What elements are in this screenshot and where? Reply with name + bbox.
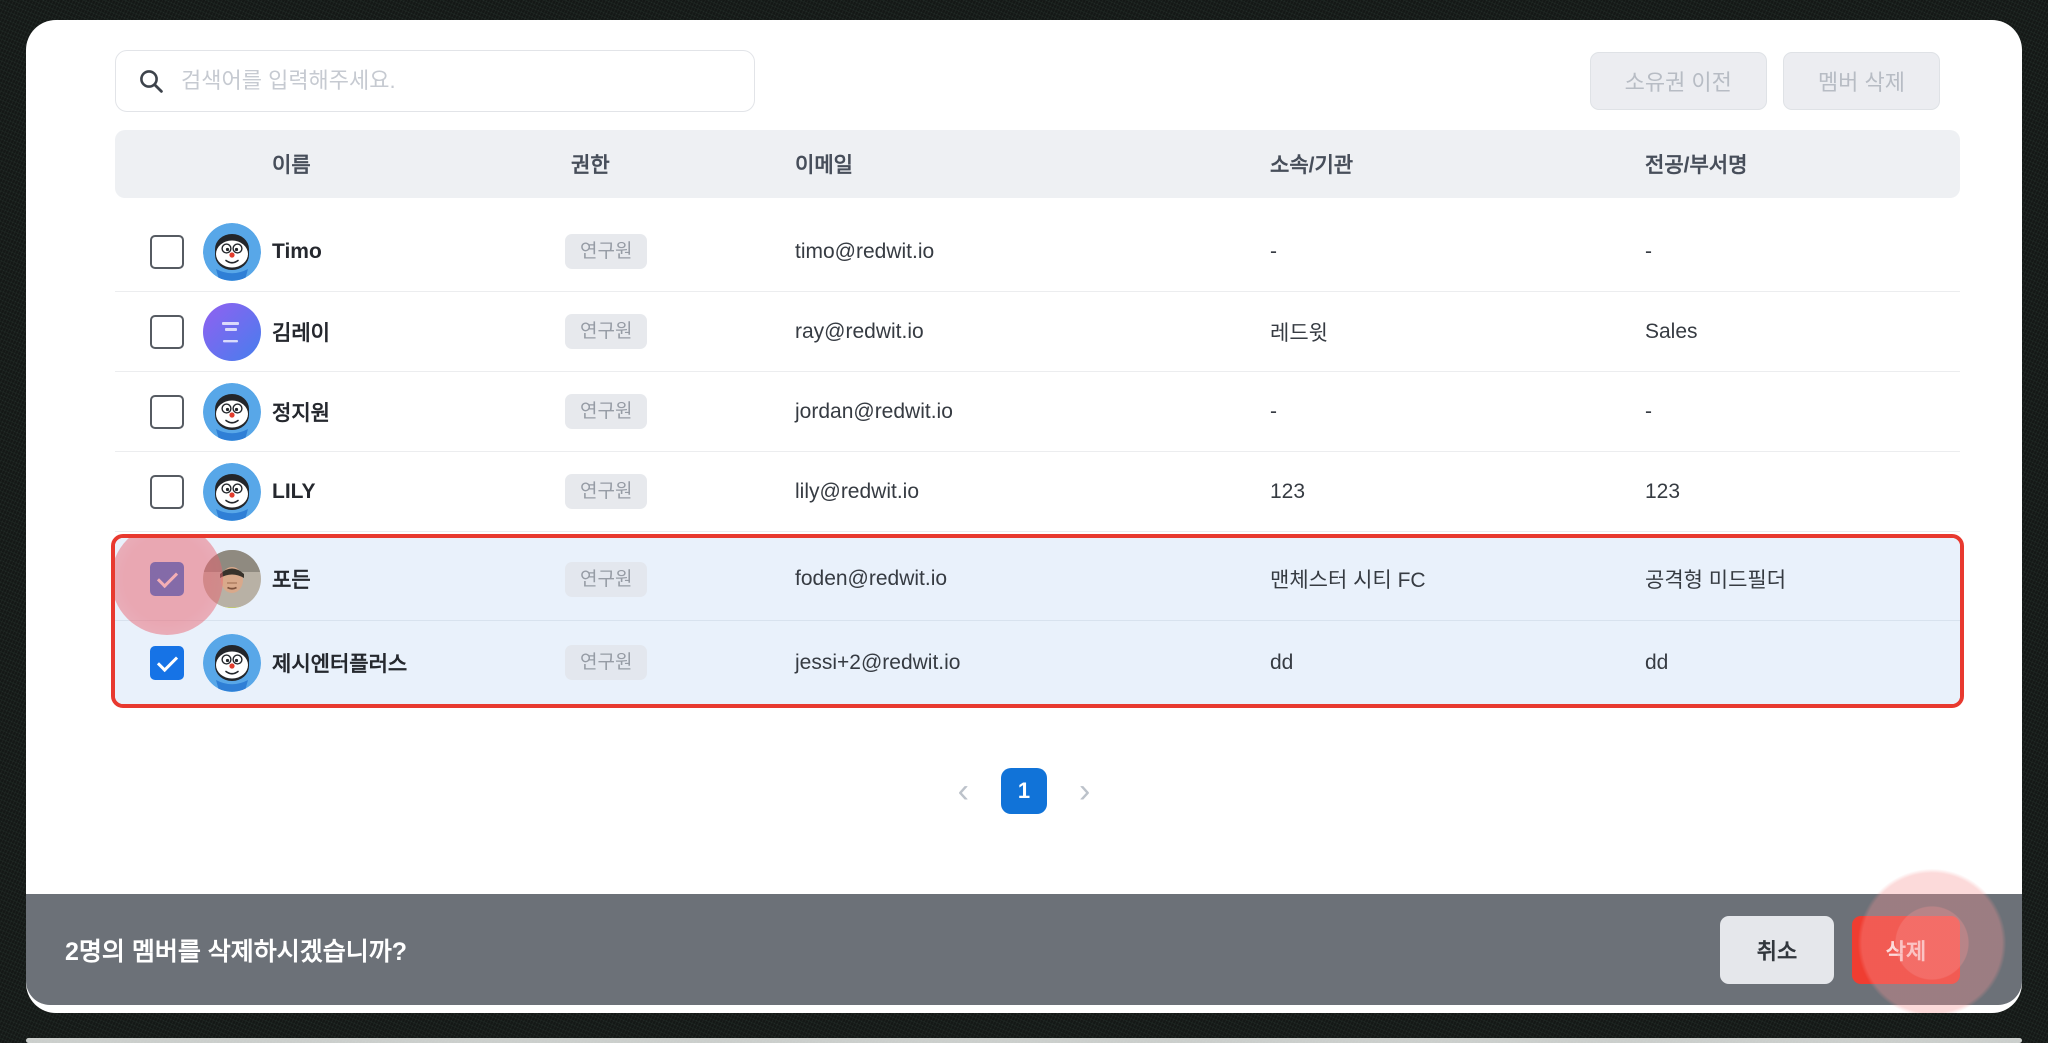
role-badge: 연구원 [565,561,648,597]
row-checkbox[interactable] [150,562,184,596]
member-email: jessi+2@redwit.io [795,650,961,674]
mascot-avatar-icon [203,633,261,692]
role-badge: 연구원 [565,234,648,269]
row-avatar-cell [203,302,272,361]
search-input[interactable] [181,68,732,94]
role-badge: 연구원 [565,474,648,509]
row-avatar-cell [203,462,272,521]
row-role-cell: 연구원 [565,314,795,349]
row-checkbox-cell [115,212,203,291]
row-avatar-cell [203,550,272,608]
delete-confirm-message: 2명의 멤버를 삭제하시겠습니까? [65,937,408,966]
role-badge: 연구원 [565,645,648,680]
logo-avatar-icon [222,321,239,342]
header-dept: 전공/부서명 [1645,154,1748,177]
member-dept: Sales [1645,319,1698,343]
avatar [203,462,261,521]
table-header-row: 이름 권한 이메일 소속/기관 전공/부서명 [115,130,1960,198]
member-dept: 123 [1645,479,1681,503]
row-checkbox-cell [115,538,223,635]
transfer-ownership-button[interactable]: 소유권 이전 [1589,52,1767,110]
row-avatar-cell [203,222,272,281]
row-checkbox-cell [115,621,203,704]
member-email: timo@redwit.io [795,239,935,263]
member-name: 제시엔터플러스 [272,652,408,676]
member-dept: - [1645,399,1652,423]
row-role-cell: 연구원 [565,234,795,269]
table-row: 제시엔터플러스 연구원 jessi+2@redwit.io dd dd [115,621,1960,704]
member-table: 이름 권한 이메일 소속/기관 전공/부서명 Timo 연구원 timo@red… [111,130,1964,708]
avatar [203,633,261,692]
table-row: 김레이 연구원 ray@redwit.io 레드윗 Sales [115,292,1960,372]
table-row: Timo 연구원 timo@redwit.io - - [115,212,1960,292]
member-management-window: 소유권 이전 멤버 삭제 이름 권한 이메일 소속/기관 전공/부서명 [26,20,2022,1013]
delete-member-button[interactable]: 멤버 삭제 [1782,52,1940,110]
member-name: 김레이 [272,321,330,345]
pagination-prev-icon[interactable]: ‹ [954,774,973,808]
table-row: LILY 연구원 lily@redwit.io 123 123 [115,452,1960,532]
header-name: 이름 [272,154,311,177]
row-role-cell: 연구원 [565,645,795,680]
table-row: 포든 연구원 foden@redwit.io 맨체스터 시티 FC 공격형 미드… [115,538,1960,635]
row-avatar-cell [203,382,272,441]
row-checkbox[interactable] [150,474,184,509]
member-name: 포든 [272,569,311,592]
row-role-cell: 연구원 [565,394,795,429]
pagination-page-1[interactable]: 1 [1001,768,1047,814]
row-checkbox[interactable] [150,314,184,349]
row-checkbox[interactable] [150,645,184,680]
pagination: ‹ 1 › [26,766,2022,816]
member-email: foden@redwit.io [795,567,948,590]
member-dept: dd [1645,650,1669,674]
row-avatar-cell [203,633,272,692]
search-icon [140,69,163,93]
member-email: ray@redwit.io [795,319,924,343]
footer-actions: 취소 삭제 [1720,915,1960,984]
table-row: 정지원 연구원 jordan@redwit.io - - [115,372,1960,452]
photo-avatar-icon [203,550,261,608]
header-email: 이메일 [795,154,853,177]
member-email: jordan@redwit.io [795,399,953,423]
member-org: 레드윗 [1270,321,1328,345]
member-org: dd [1270,650,1294,674]
avatar [203,550,261,608]
member-org: - [1270,239,1277,263]
member-email: lily@redwit.io [795,479,920,503]
member-name: Timo [272,239,322,263]
header-org: 소속/기관 [1270,154,1354,177]
role-badge: 연구원 [565,394,648,429]
member-org: 맨체스터 시티 FC [1270,569,1426,592]
row-checkbox[interactable] [150,234,184,269]
toolbar: 소유권 이전 멤버 삭제 [1589,52,1940,110]
role-badge: 연구원 [565,314,648,349]
row-checkbox-cell [115,452,203,531]
member-org: 123 [1270,479,1306,503]
member-dept: 공격형 미드필더 [1645,569,1787,592]
selected-rows-group: 포든 연구원 foden@redwit.io 맨체스터 시티 FC 공격형 미드… [111,534,1964,708]
avatar [203,302,261,361]
member-table-body: Timo 연구원 timo@redwit.io - - 김레이 연구원 ray@… [111,212,1964,708]
row-checkbox[interactable] [150,394,184,429]
header-role: 권한 [571,154,610,177]
pagination-next-icon[interactable]: › [1075,774,1094,808]
screenshot-frame: 소유권 이전 멤버 삭제 이름 권한 이메일 소속/기관 전공/부서명 [0,0,2048,1043]
avatar [203,382,261,441]
mascot-avatar-icon [203,222,261,281]
delete-confirm-bar: 2명의 멤버를 삭제하시겠습니까? 취소 삭제 [26,894,2022,1005]
search-box [115,50,755,112]
member-name: 정지원 [272,401,330,425]
row-role-cell: 연구원 [565,561,795,597]
row-checkbox-cell [115,292,203,371]
row-role-cell: 연구원 [565,474,795,509]
delete-button[interactable]: 삭제 [1852,915,1960,984]
row-checkbox-cell [115,372,203,451]
member-org: - [1270,399,1277,423]
mascot-avatar-icon [203,462,261,521]
mascot-avatar-icon [203,382,261,441]
avatar [203,222,261,281]
cancel-button[interactable]: 취소 [1720,915,1834,984]
member-name: LILY [272,479,316,503]
member-dept: - [1645,239,1652,263]
